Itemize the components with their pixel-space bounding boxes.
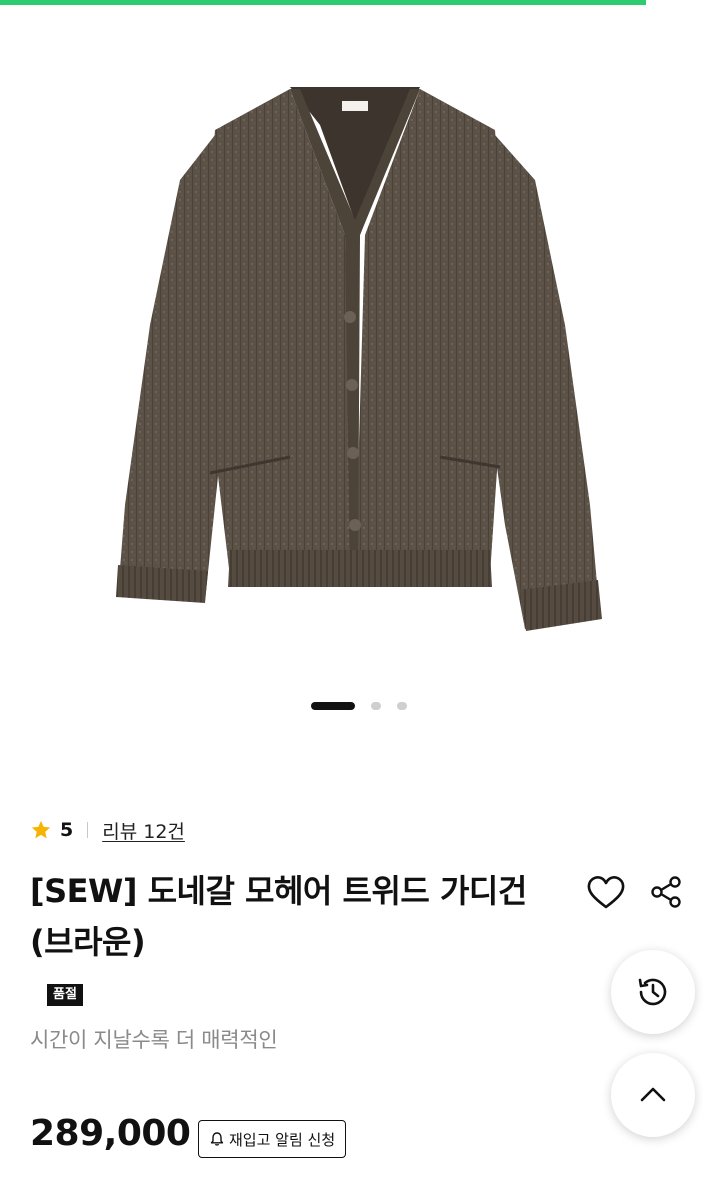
wishlist-button[interactable] bbox=[585, 872, 627, 914]
rating-row: 5 리뷰 12건 bbox=[30, 816, 185, 844]
history-icon bbox=[638, 978, 667, 1006]
product-title: [SEW] 도네갈 모헤어 트위드 가디건 (브라운) bbox=[30, 872, 527, 961]
review-count-link[interactable]: 리뷰 12건 bbox=[102, 817, 185, 844]
share-button[interactable] bbox=[647, 872, 687, 912]
product-image[interactable] bbox=[0, 5, 718, 685]
share-icon bbox=[651, 876, 681, 908]
bell-icon bbox=[210, 1132, 224, 1146]
product-subtitle: 시간이 지날수록 더 매력적인 bbox=[30, 1028, 278, 1052]
gallery-dot[interactable] bbox=[371, 702, 381, 710]
restock-alert-button[interactable]: 재입고 알림 신청 bbox=[198, 1120, 347, 1158]
cardigan-photo bbox=[116, 87, 602, 631]
star-icon bbox=[31, 820, 51, 839]
product-price: 289,000 bbox=[30, 1113, 191, 1154]
gallery-dot[interactable] bbox=[397, 702, 407, 710]
rating-value: 5 bbox=[60, 819, 74, 841]
sold-out-badge: 품절 bbox=[47, 984, 83, 1006]
restock-alert-label: 재입고 알림 신청 bbox=[229, 1130, 336, 1149]
gallery-dot[interactable] bbox=[311, 702, 355, 710]
scroll-to-top-button[interactable] bbox=[611, 1053, 695, 1137]
recent-history-button[interactable] bbox=[611, 950, 695, 1034]
chevron-up-icon bbox=[640, 1087, 666, 1102]
gallery-pagination[interactable] bbox=[0, 700, 718, 712]
rating-divider bbox=[87, 822, 89, 838]
heart-icon bbox=[587, 876, 625, 909]
